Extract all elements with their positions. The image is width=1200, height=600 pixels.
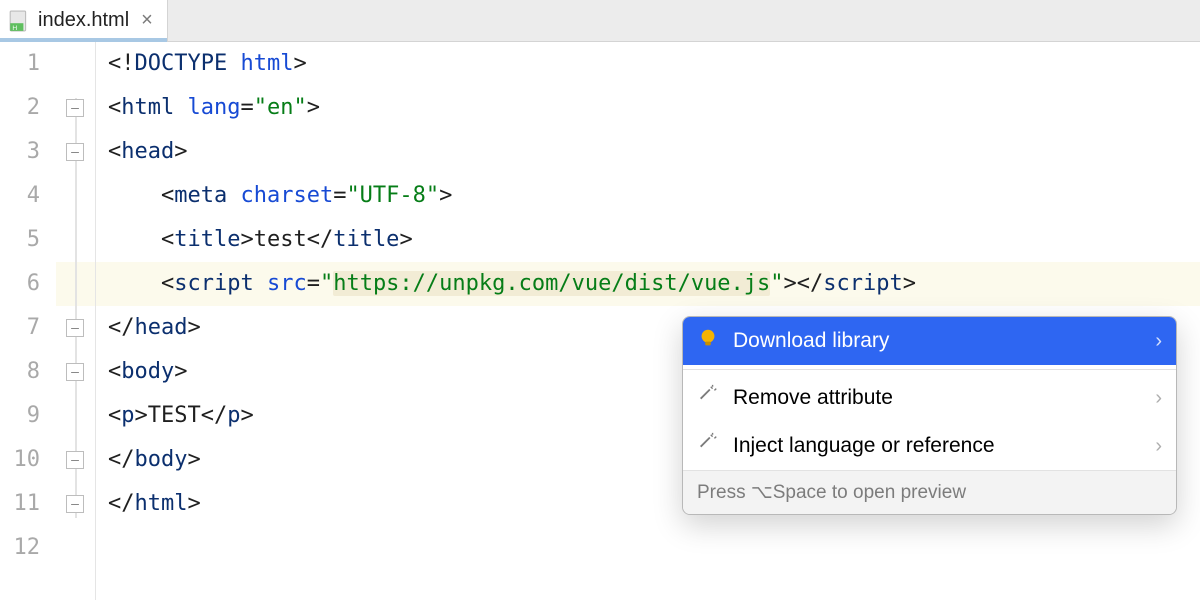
fold-toggle-icon[interactable]: – bbox=[66, 363, 84, 381]
html-file-icon: H bbox=[8, 10, 30, 32]
popup-hint: Press ⌥Space to open preview bbox=[683, 470, 1176, 514]
line-number: 11 bbox=[0, 482, 40, 526]
line-number: 6 bbox=[0, 262, 40, 306]
fold-toggle-icon[interactable]: – bbox=[66, 451, 84, 469]
intention-download-library[interactable]: Download library › bbox=[683, 317, 1176, 365]
fold-toggle-icon[interactable]: – bbox=[66, 143, 84, 161]
chevron-right-icon: › bbox=[1155, 387, 1162, 410]
code-line: <script src="https://unpkg.com/vue/dist/… bbox=[108, 262, 1200, 306]
intention-label: Download library bbox=[733, 329, 1141, 353]
wand-icon bbox=[697, 384, 719, 412]
popup-separator bbox=[683, 369, 1176, 370]
line-number: 5 bbox=[0, 218, 40, 262]
line-number: 2 bbox=[0, 86, 40, 130]
line-number: 1 bbox=[0, 42, 40, 86]
lightbulb-icon bbox=[697, 327, 719, 355]
line-number: 7 bbox=[0, 306, 40, 350]
code-line: <title>test</title> bbox=[108, 218, 1200, 262]
code-line: <html lang="en"> bbox=[108, 86, 1200, 130]
file-tab-label: index.html bbox=[38, 9, 129, 32]
chevron-right-icon: › bbox=[1155, 435, 1162, 458]
line-number: 3 bbox=[0, 130, 40, 174]
code-line: <head> bbox=[108, 130, 1200, 174]
fold-toggle-icon[interactable]: – bbox=[66, 99, 84, 117]
editor-tab-bar: H index.html × bbox=[0, 0, 1200, 42]
fold-gutter: – – – – – – bbox=[56, 42, 96, 600]
code-line bbox=[108, 526, 1200, 570]
file-tab[interactable]: H index.html × bbox=[0, 0, 168, 41]
close-tab-icon[interactable]: × bbox=[137, 9, 157, 32]
line-number-gutter: 1 2 3 4 5 6 7 8 9 10 11 12 bbox=[0, 42, 56, 600]
wand-icon bbox=[697, 432, 719, 460]
line-number: 12 bbox=[0, 526, 40, 570]
intention-actions-popup: Download library › Remove attribute › In… bbox=[682, 316, 1177, 515]
intention-remove-attribute[interactable]: Remove attribute › bbox=[683, 374, 1176, 422]
intention-label: Inject language or reference bbox=[733, 434, 1141, 458]
fold-toggle-icon[interactable]: – bbox=[66, 495, 84, 513]
line-number: 4 bbox=[0, 174, 40, 218]
code-line: <!DOCTYPE html> bbox=[108, 42, 1200, 86]
fold-toggle-icon[interactable]: – bbox=[66, 319, 84, 337]
chevron-right-icon: › bbox=[1155, 330, 1162, 353]
line-number: 10 bbox=[0, 438, 40, 482]
script-src-url[interactable]: https://unpkg.com/vue/dist/vue.js bbox=[333, 271, 770, 296]
intention-label: Remove attribute bbox=[733, 386, 1141, 410]
intention-inject-language[interactable]: Inject language or reference › bbox=[683, 422, 1176, 470]
code-line: <meta charset="UTF-8"> bbox=[108, 174, 1200, 218]
line-number: 8 bbox=[0, 350, 40, 394]
svg-text:H: H bbox=[12, 24, 17, 31]
line-number: 9 bbox=[0, 394, 40, 438]
